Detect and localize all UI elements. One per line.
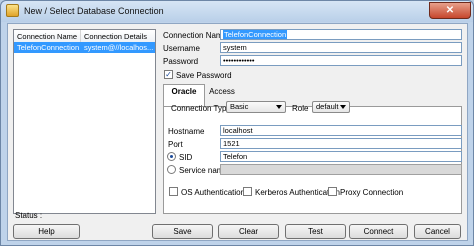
clear-button[interactable]: Clear <box>218 224 279 239</box>
sid-radio[interactable] <box>167 152 176 161</box>
connection-row[interactable]: TelefonConnection system@//localhos... <box>14 42 155 53</box>
help-button[interactable]: Help <box>13 224 80 239</box>
save-password-checkbox[interactable]: ✓ <box>164 70 173 79</box>
connection-details-cell: system@//localhos... <box>84 43 154 52</box>
column-header-connection-name[interactable]: Connection Name <box>17 32 77 41</box>
connection-name-value: TelefonConnection <box>223 30 288 39</box>
username-input[interactable]: system <box>220 42 462 53</box>
connection-list[interactable]: Connection Name Connection Details Telef… <box>13 29 156 214</box>
test-button[interactable]: Test <box>285 224 346 239</box>
connection-type-value: Basic <box>230 102 249 111</box>
chevron-down-icon <box>276 105 282 109</box>
connect-button[interactable]: Connect <box>349 224 408 239</box>
kerberos-authentication-checkbox[interactable] <box>243 187 252 196</box>
sid-input[interactable]: Telefon <box>220 151 462 162</box>
column-divider[interactable] <box>80 30 81 42</box>
save-button[interactable]: Save <box>152 224 213 239</box>
dialog-window: New / Select Database Connection ✕ Conne… <box>0 0 474 246</box>
role-select[interactable]: default <box>312 101 350 113</box>
role-value: default <box>316 102 339 111</box>
username-label: Username <box>163 44 200 53</box>
hostname-input[interactable]: localhost <box>220 125 462 136</box>
password-input[interactable]: •••••••••••• <box>220 55 462 66</box>
tab-access[interactable]: Access <box>205 86 239 97</box>
os-authentication-checkbox[interactable] <box>169 187 178 196</box>
password-label: Password <box>163 57 199 66</box>
port-input[interactable]: 1521 <box>220 138 462 149</box>
service-name-input[interactable] <box>220 164 462 175</box>
window-title: New / Select Database Connection <box>24 6 164 16</box>
os-authentication-label: OS Authentication <box>181 188 246 197</box>
connection-type-label: Connection Type <box>171 104 231 113</box>
status-label: Status : <box>15 211 43 220</box>
connection-name-label: Connection Name <box>163 31 228 40</box>
column-header-connection-details[interactable]: Connection Details <box>84 32 147 41</box>
port-label: Port <box>168 140 183 149</box>
close-button[interactable]: ✕ <box>429 2 471 19</box>
save-password-label: Save Password <box>176 71 232 80</box>
chevron-down-icon <box>340 105 346 109</box>
connection-type-select[interactable]: Basic <box>226 101 286 113</box>
connection-name-input[interactable]: TelefonConnection <box>220 29 462 40</box>
service-name-radio[interactable] <box>167 165 176 174</box>
hostname-label: Hostname <box>168 127 205 136</box>
title-bar[interactable]: New / Select Database Connection ✕ <box>1 1 473 22</box>
database-app-icon <box>6 4 19 17</box>
proxy-connection-checkbox[interactable] <box>328 187 337 196</box>
radio-dot-icon <box>170 155 173 158</box>
sid-label: SID <box>179 153 193 162</box>
cancel-button[interactable]: Cancel <box>414 224 461 239</box>
role-label: Role <box>292 104 309 113</box>
dialog-body: Connection Name Connection Details Telef… <box>7 23 468 241</box>
proxy-connection-label: Proxy Connection <box>340 188 404 197</box>
connection-name-cell: TelefonConnection <box>17 43 79 52</box>
